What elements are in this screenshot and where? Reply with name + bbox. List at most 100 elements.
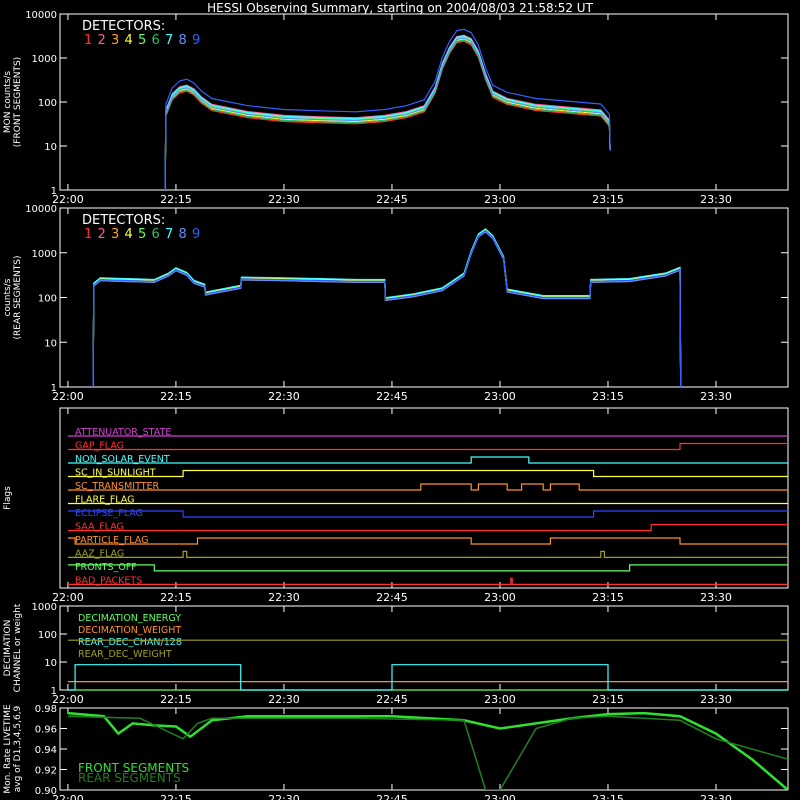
front-legend-label: 6 (152, 33, 160, 48)
front-legend-label: 3 (111, 33, 119, 48)
livetime-ytick-label: 0.98 (35, 704, 57, 715)
livetime-legend-label: REAR SEGMENTS (78, 771, 181, 785)
rear-detector-4-line (92, 229, 682, 388)
chart-canvas: 22:00 22:15 22:30 22:45 23:00 23:15 23:3011010… (3, 10, 789, 800)
flag-line-sc_transmitter (67, 483, 788, 491)
rear-legend-label: 2 (98, 227, 106, 242)
livetime-time-label: 22:45 (376, 793, 408, 800)
rear-detector-3-line (92, 231, 682, 388)
front-ylabel: MON counts/s (3, 71, 13, 134)
livetime-time-label: 23:15 (592, 793, 624, 800)
rear-time-label: 23:15 (592, 390, 624, 403)
decimation-legend-label: DECIMATION_WEIGHT (78, 625, 181, 636)
flag-label: SC_IN_SUNLIGHT (75, 467, 156, 478)
front-legend-title: DETECTORS: (82, 19, 165, 34)
livetime-ytick-label: 0.92 (35, 766, 57, 777)
flags-time-label: 22:45 (376, 591, 408, 604)
front-legend-label: 9 (192, 33, 200, 48)
front-time-label: 22:15 (160, 193, 192, 206)
livetime-time-label: 23:30 (700, 793, 732, 800)
rear-legend-label: 1 (84, 227, 92, 242)
rear-ytick-label: 1000 (32, 249, 57, 260)
flag-line-sc_in_sunlight (67, 469, 788, 478)
front-time-label: 22:45 (376, 193, 408, 206)
flag-line-fronts_off (67, 564, 788, 572)
flag-label: NON_SOLAR_EVENT (75, 454, 170, 465)
flag-label: AAZ_FLAG (75, 548, 124, 559)
front-ylabel: (FRONT SEGMENTS) (13, 57, 23, 147)
rear-ytick-label: 10 (44, 338, 57, 349)
flag-line-eclipse_flag (67, 510, 788, 518)
livetime-time-label: 22:30 (268, 793, 300, 800)
livetime-ytick-label: 0.96 (35, 725, 57, 736)
decimation-legend-label: REAR_DEC_CHAN/128 (78, 637, 182, 648)
flag-line-non_solar_event (67, 456, 788, 464)
front-legend-label: 8 (179, 33, 187, 48)
front-ytick-label: 1 (51, 186, 57, 197)
decimation-ytick-label: 1 (51, 686, 57, 697)
flag-line-saa_flag (67, 523, 788, 532)
decimation-time-label: 23:00 (484, 693, 516, 706)
decimation-time-label: 22:45 (376, 693, 408, 706)
rear-legend-label: 4 (125, 227, 133, 242)
rear-detector-9-line (92, 230, 682, 388)
livetime-time-label: 22:15 (160, 793, 192, 800)
decimation-time-label: 23:30 (700, 693, 732, 706)
decimation-ytick-label: 10 (44, 658, 57, 669)
front-ytick-label: 10000 (25, 10, 57, 21)
hessi-summary-chart: HESSI Observing Summary, starting on 200… (0, 0, 800, 800)
flag-label: ATTENUATOR_STATE (75, 427, 171, 438)
flag-label: PARTICLE_FLAG (75, 535, 148, 546)
front-time-label: 23:30 (700, 193, 732, 206)
rear-detector-1-line (92, 230, 682, 388)
flags-time-label: 23:00 (484, 591, 516, 604)
decimation-legend-label: DECIMATION_ENERGY (78, 613, 181, 624)
front-legend-label: 2 (98, 33, 106, 48)
front-legend-label: 4 (125, 33, 133, 48)
rear-legend-title: DETECTORS: (82, 213, 165, 228)
livetime-ytick-label: 0.94 (35, 745, 57, 756)
front-legend-label: 5 (138, 33, 146, 48)
decimation-ytick-label: 1000 (32, 602, 57, 613)
flag-label: FRONTS_OFF (75, 562, 137, 573)
rear-detector-5-line (92, 230, 682, 388)
flag-label: FLARE_FLAG (75, 494, 135, 505)
rear-legend-label: 6 (152, 227, 160, 242)
rear-ylabel: (REAR SEGMENTS) (13, 255, 23, 339)
front-legend-label: 7 (165, 33, 173, 48)
flag-line-particle_flag (67, 537, 788, 545)
rear-detector-8-line (92, 231, 682, 388)
livetime-ylabel: avg of D1,3,4,5,6,9 (13, 705, 23, 792)
decimation-legend-label: REAR_DEC_WEIGHT (78, 649, 172, 660)
front-ytick-label: 10 (44, 142, 57, 153)
rear-legend-label: 5 (138, 227, 146, 242)
flag-label: GAP_FLAG (75, 440, 124, 451)
flag-line-aaz_flag (67, 550, 788, 559)
rear-time-label: 23:30 (700, 390, 732, 403)
livetime-time-label: 23:00 (484, 793, 516, 800)
decimation-time-label: 22:30 (268, 693, 300, 706)
rear-detector-6-line (92, 230, 682, 388)
flag-label: ECLIPSE_FLAG (75, 508, 143, 519)
flag-line-gap_flag (67, 442, 788, 451)
livetime-ytick-label: 0.90 (35, 786, 57, 797)
flag-label: BAD_PACKETS (75, 575, 142, 586)
rear-detector-7-line (92, 228, 682, 388)
front-ytick-label: 100 (38, 98, 57, 109)
decimation-time-label: 22:15 (160, 693, 192, 706)
flags-time-label: 22:30 (268, 591, 300, 604)
front-time-label: 23:00 (484, 193, 516, 206)
rear-time-label: 23:00 (484, 390, 516, 403)
livetime-ylabel: Mon. Rate LIVETIME (3, 704, 13, 794)
flags-time-label: 23:30 (700, 591, 732, 604)
rear-time-label: 22:30 (268, 390, 300, 403)
flags-time-label: 23:15 (592, 591, 624, 604)
flags-ylabel: Flags (3, 486, 13, 510)
rear-legend-label: 7 (165, 227, 173, 242)
rear-ytick-label: 10000 (25, 204, 57, 215)
front-ytick-label: 1000 (32, 54, 57, 65)
decimation-ylabel: CHANNEL or weight (13, 603, 23, 692)
decimation-time-label: 23:15 (592, 693, 624, 706)
flag-label: SC_TRANSMITTER (75, 481, 160, 492)
front-time-label: 23:15 (592, 193, 624, 206)
